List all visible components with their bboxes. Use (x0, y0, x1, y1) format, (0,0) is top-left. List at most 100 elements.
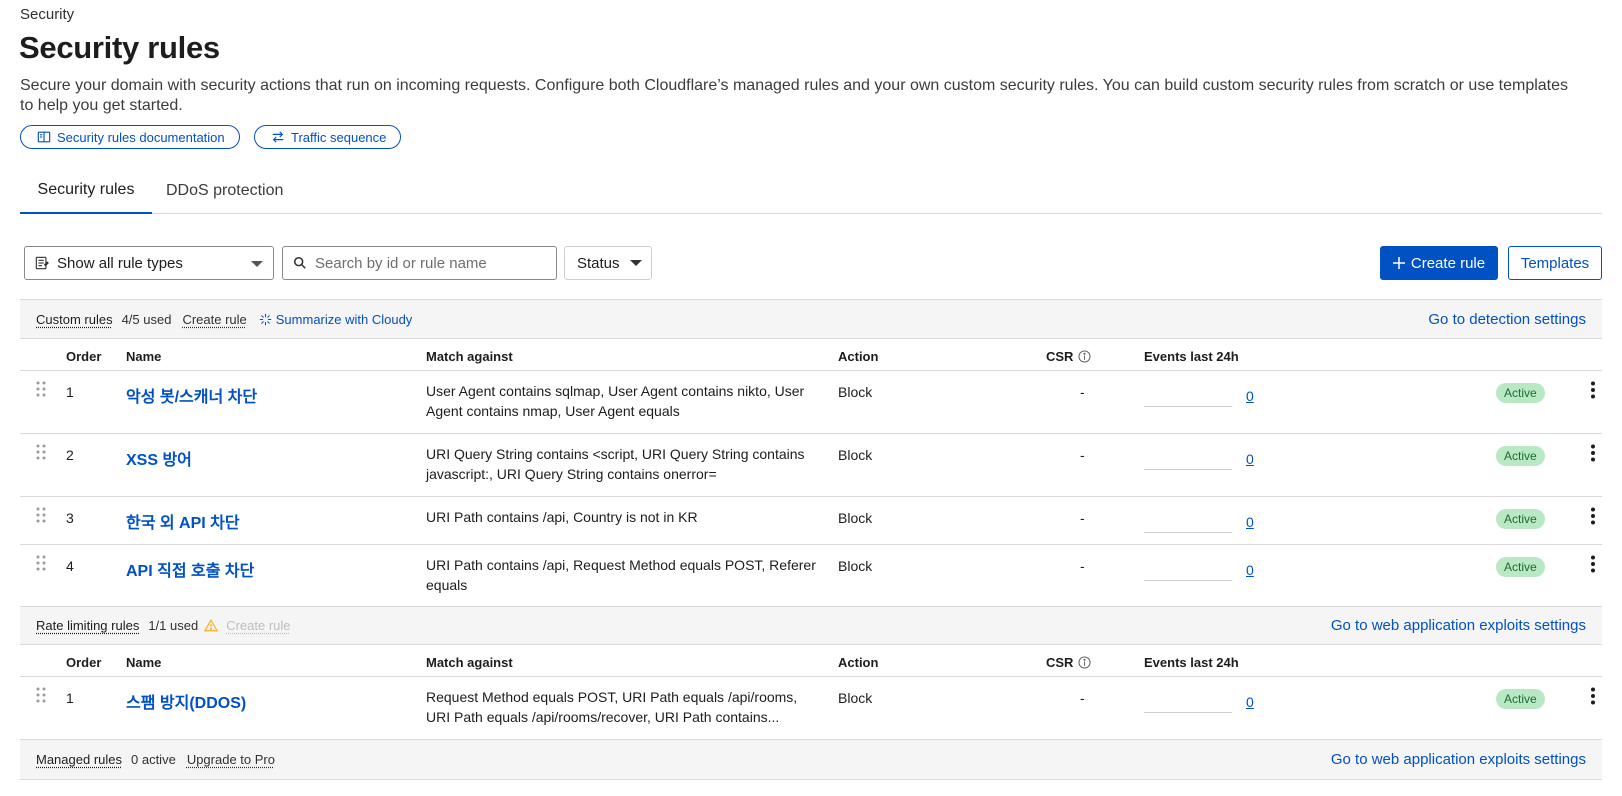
table-row[interactable]: 1 악성 봇/스캐너 차단 User Agent contains sqlmap… (20, 371, 1602, 434)
status-filter-label: Status (577, 254, 620, 272)
col-action: Action (838, 655, 879, 670)
custom-create-rule-link[interactable]: Create rule (182, 312, 246, 327)
rule-action: Block (838, 558, 873, 574)
templates-button[interactable]: Templates (1508, 246, 1602, 280)
rule-order: 3 (66, 510, 74, 526)
rule-events-link[interactable]: 0 (1246, 694, 1254, 710)
col-order: Order (66, 349, 102, 364)
rule-events-link[interactable]: 0 (1246, 562, 1254, 578)
search-field[interactable] (282, 246, 557, 280)
rule-events-link[interactable]: 0 (1246, 388, 1254, 404)
drag-handle-icon[interactable] (36, 687, 46, 707)
rule-match: User Agent contains sqlmap, User Agent c… (426, 383, 805, 419)
security-rules-documentation-link[interactable]: Security rules documentation (20, 125, 240, 149)
drag-handle-icon[interactable] (36, 381, 46, 401)
rule-order: 1 (66, 384, 74, 400)
col-match: Match against (426, 655, 513, 670)
custom-rules-used: 4/5 used (121, 311, 172, 327)
events-sparkline (1144, 469, 1232, 470)
rate-limiting-label[interactable]: Rate limiting rules (36, 618, 139, 633)
rule-order: 2 (66, 447, 74, 463)
plus-icon (1392, 257, 1405, 269)
summarize-cloudy-label: Summarize with Cloudy (275, 311, 413, 327)
status-filter-button[interactable]: Status (564, 246, 652, 280)
events-sparkline (1144, 406, 1232, 407)
rule-action: Block (838, 447, 873, 463)
rule-events-link[interactable]: 0 (1246, 451, 1254, 467)
col-action: Action (838, 349, 879, 364)
col-events: Events last 24h (1144, 349, 1239, 364)
managed-web-app-exploits-settings-link[interactable]: Go to web application exploits settings (1331, 751, 1586, 768)
status-badge: Active (1496, 557, 1545, 577)
col-csr: CSR (1046, 349, 1091, 364)
managed-rules-label[interactable]: Managed rules (36, 752, 122, 767)
tab-bar: Security rules DDoS protection (20, 168, 1602, 214)
rule-match: URI Query String contains <script, URI Q… (426, 446, 805, 482)
rule-name-link[interactable]: 악성 봇/스캐너 차단 (126, 383, 257, 407)
rule-name-link[interactable]: 스팸 방지(DDOS) (126, 689, 246, 713)
table-row[interactable]: 4 API 직접 호출 차단 URI Path contains /api, R… (20, 545, 1602, 607)
filter-list-icon (35, 256, 49, 270)
traffic-sequence-link[interactable]: Traffic sequence (254, 125, 402, 149)
more-options-icon[interactable] (1590, 444, 1596, 462)
col-csr-label: CSR (1046, 655, 1074, 670)
rule-match: URI Path contains /api, Country is not i… (426, 509, 698, 525)
book-icon (37, 131, 51, 143)
more-options-icon[interactable] (1590, 381, 1596, 399)
search-icon (293, 256, 306, 269)
col-order: Order (66, 655, 102, 670)
rule-events-link[interactable]: 0 (1246, 514, 1254, 530)
table-row[interactable]: 1 스팸 방지(DDOS) Request Method equals POST… (20, 677, 1602, 740)
rule-name-link[interactable]: 한국 외 API 차단 (126, 509, 240, 533)
status-badge: Active (1496, 383, 1545, 403)
create-rule-button[interactable]: Create rule (1380, 246, 1498, 280)
web-app-exploits-settings-link[interactable]: Go to web application exploits settings (1331, 617, 1586, 634)
more-options-icon[interactable] (1590, 507, 1596, 525)
rate-limiting-used: 1/1 used (148, 618, 199, 633)
more-options-icon[interactable] (1590, 555, 1596, 573)
security-rules-documentation-label: Security rules documentation (57, 129, 225, 145)
rule-order: 1 (66, 690, 74, 706)
rate-limiting-section-header: Rate limiting rules 1/1 used Create rule… (20, 606, 1602, 645)
tab-ddos-protection[interactable]: DDoS protection (166, 168, 283, 214)
status-badge: Active (1496, 689, 1545, 709)
detection-settings-link[interactable]: Go to detection settings (1428, 311, 1586, 328)
managed-rules-active-count: 0 active (131, 752, 176, 767)
arrows-exchange-icon (272, 131, 284, 143)
table-row[interactable]: 3 한국 외 API 차단 URI Path contains /api, Co… (20, 497, 1602, 545)
warning-icon (204, 619, 219, 632)
search-input[interactable] (315, 254, 535, 272)
caret-down-icon (629, 260, 642, 266)
rule-type-select-value: Show all rule types (57, 254, 183, 272)
traffic-sequence-label: Traffic sequence (291, 129, 387, 145)
col-csr-label: CSR (1046, 349, 1074, 364)
tab-security-rules[interactable]: Security rules (20, 168, 152, 214)
drag-handle-icon[interactable] (36, 555, 46, 575)
chevron-down-icon (251, 261, 263, 267)
rule-match: Request Method equals POST, URI Path equ… (426, 689, 798, 725)
rule-csr: - (1080, 690, 1085, 706)
col-match: Match against (426, 349, 513, 364)
info-icon[interactable] (1078, 656, 1091, 669)
table-row[interactable]: 2 XSS 방어 URI Query String contains <scri… (20, 434, 1602, 497)
info-icon[interactable] (1078, 350, 1091, 363)
col-name: Name (126, 655, 162, 670)
rule-name-link[interactable]: API 직접 호출 차단 (126, 557, 254, 581)
custom-rules-label[interactable]: Custom rules (36, 312, 113, 327)
page-description: Secure your domain with security actions… (20, 77, 1569, 114)
status-badge: Active (1496, 509, 1545, 529)
rule-order: 4 (66, 558, 74, 574)
drag-handle-icon[interactable] (36, 444, 46, 464)
rule-name-link[interactable]: XSS 방어 (126, 446, 192, 470)
upgrade-to-pro-link[interactable]: Upgrade to Pro (187, 752, 275, 767)
custom-rules-column-header: Order Name Match against Action CSR Even… (20, 339, 1602, 371)
rule-csr: - (1080, 384, 1085, 400)
rate-rules-column-header: Order Name Match against Action CSR Even… (20, 645, 1602, 677)
rule-csr: - (1080, 447, 1085, 463)
col-name: Name (126, 349, 162, 364)
more-options-icon[interactable] (1590, 687, 1596, 705)
summarize-cloudy-link[interactable]: Summarize with Cloudy (259, 311, 413, 327)
drag-handle-icon[interactable] (36, 507, 46, 527)
events-sparkline (1144, 532, 1232, 533)
rule-type-select[interactable]: Show all rule types (24, 246, 274, 280)
